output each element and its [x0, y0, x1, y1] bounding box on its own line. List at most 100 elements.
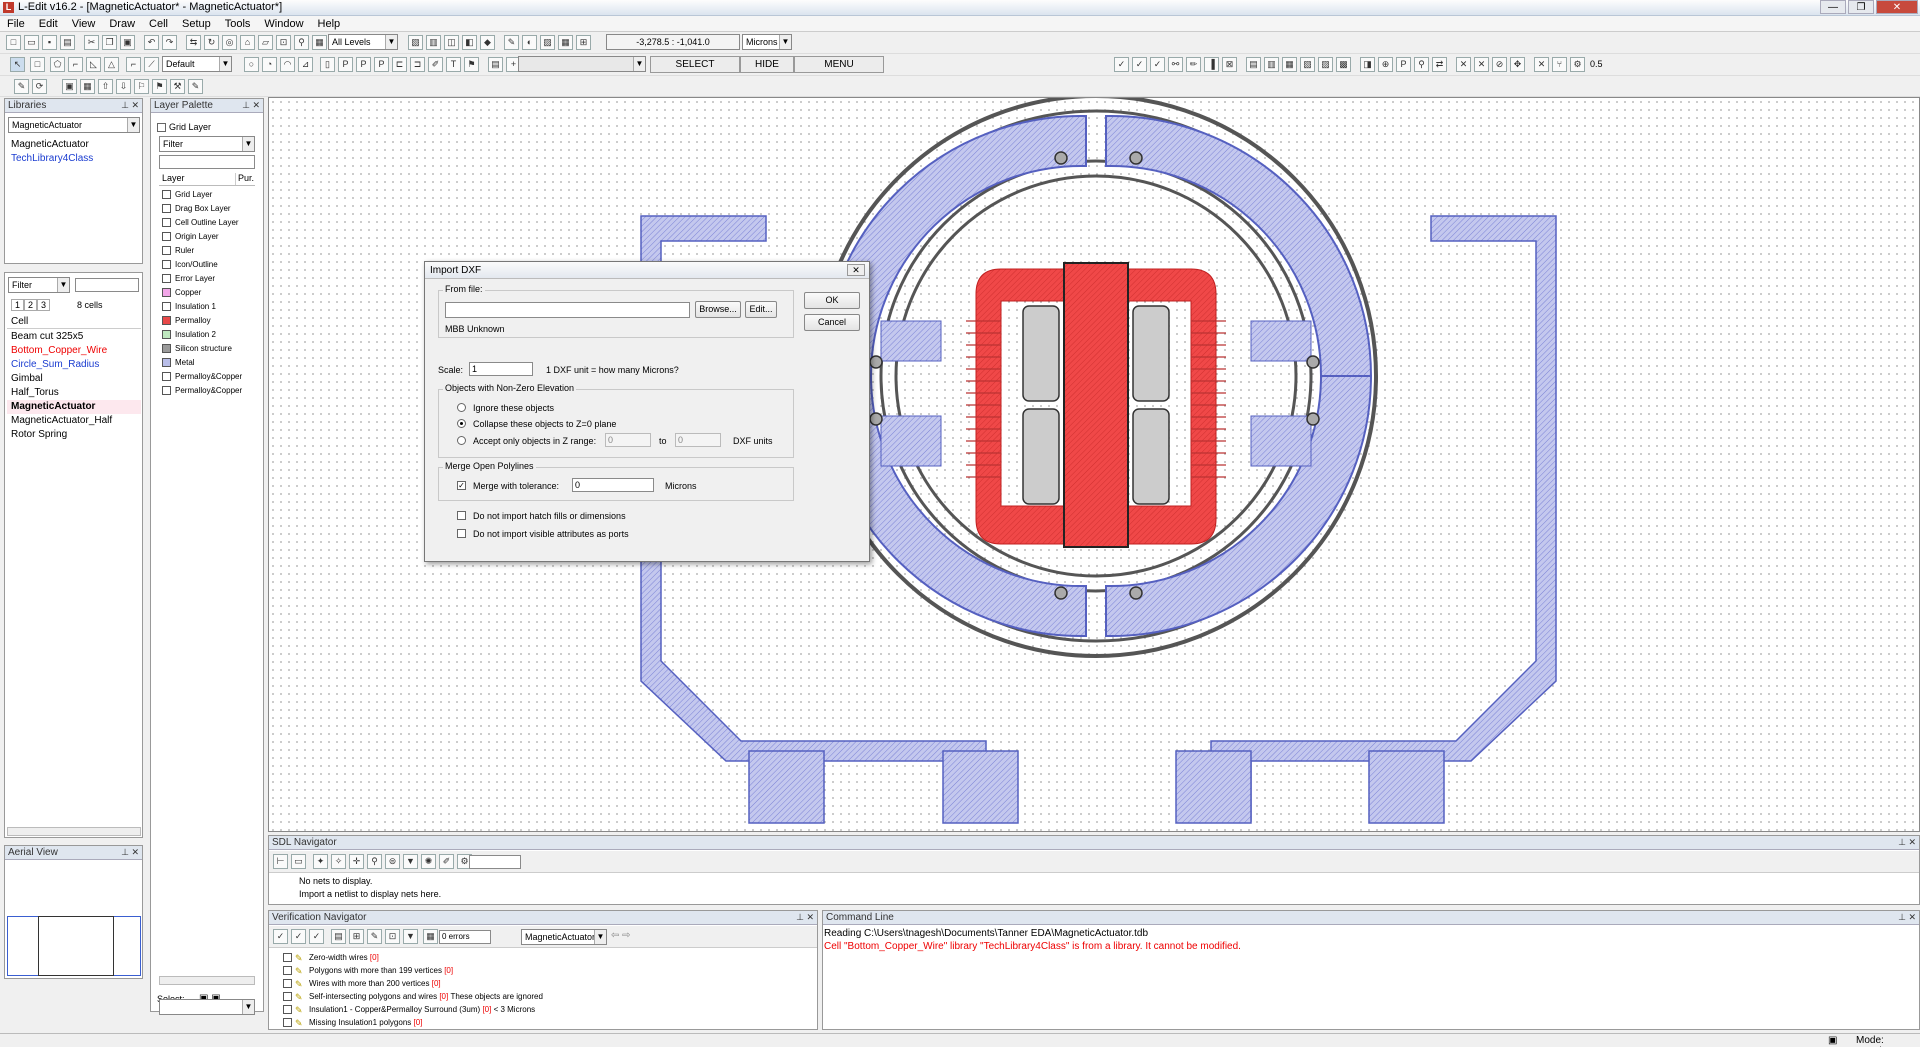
no-visible-checkbox[interactable] [457, 529, 466, 538]
verify-all-icon[interactable]: ✓ [291, 929, 306, 944]
layer-swatch[interactable] [162, 343, 171, 353]
dropdown-arrow-icon[interactable]: ▼ [403, 929, 418, 944]
verify-icon[interactable]: ✓ [273, 929, 288, 944]
folder-open-icon[interactable]: ▭ [291, 854, 306, 869]
bulb-icon[interactable]: ✺ [421, 854, 436, 869]
ruler-tool-icon[interactable]: ▯ [320, 57, 335, 72]
pen-icon[interactable]: ✎ [504, 35, 519, 50]
verification-cell-combo[interactable]: MagneticActuator ▼ [521, 929, 607, 945]
select-button[interactable]: SELECT [650, 56, 740, 73]
layer-row[interactable]: Icon/Outline [159, 257, 255, 271]
pin-tool-icon[interactable]: ⚐ [134, 79, 149, 94]
45-polygon-icon[interactable]: ◺ [86, 57, 101, 72]
merge-tolerance-input[interactable]: 0 [572, 478, 654, 492]
check-pen-icon[interactable]: ✐ [439, 854, 454, 869]
select-arrow-icon[interactable]: ↖ [10, 57, 25, 72]
push-icon[interactable]: P [1396, 57, 1411, 72]
scale-input[interactable]: 1 [469, 362, 533, 376]
pin-icon[interactable]: ⚲ [1414, 57, 1429, 72]
close-button[interactable]: ✕ [1876, 0, 1918, 14]
extract-icon[interactable]: ◆ [480, 35, 495, 50]
pin-close-icon[interactable]: ⊥ ✕ [1898, 836, 1916, 849]
zoom-fit-icon[interactable]: ⊡ [276, 35, 291, 50]
from-file-input[interactable] [445, 302, 690, 318]
layer-row[interactable]: Permalloy&Copper [159, 369, 255, 383]
stop-icon[interactable]: ⊡ [385, 929, 400, 944]
cell-item[interactable]: Circle_Sum_Radius [7, 358, 141, 372]
layer-row[interactable]: Drag Box Layer [159, 201, 255, 215]
ext-run-icon[interactable]: ✓ [1132, 57, 1147, 72]
slice-v-icon[interactable]: ⊐ [410, 57, 425, 72]
verification-row[interactable]: ✎ Self-intersecting polygons and wires [0… [269, 990, 817, 1003]
array-icon[interactable]: ▦ [80, 79, 95, 94]
ignore-radio[interactable] [457, 403, 466, 412]
paste-icon[interactable]: ▣ [120, 35, 135, 50]
orth-polygon-icon[interactable]: ⌐ [68, 57, 83, 72]
grid-pitch-icon[interactable]: ⚙ [1570, 57, 1585, 72]
pin-close-icon[interactable]: ⊥ ✕ [121, 846, 139, 859]
layer-row[interactable]: Insulation 1 [159, 299, 255, 313]
new-icon[interactable]: □ [6, 35, 21, 50]
library-select[interactable]: MagneticActuator ▼ [8, 117, 140, 133]
net-route-icon[interactable]: ✧ [331, 854, 346, 869]
layer-swatch[interactable] [162, 315, 171, 325]
crosshair-icon[interactable]: ✛ [349, 854, 364, 869]
snap-x-icon[interactable]: ✕ [1456, 57, 1471, 72]
layer-swatch[interactable] [162, 273, 171, 283]
ruler-icon[interactable]: ▱ [258, 35, 273, 50]
sdl-search-input[interactable] [469, 855, 521, 869]
no-hatch-checkbox[interactable] [457, 511, 466, 520]
accept-range-radio[interactable] [457, 436, 466, 445]
verification-checkbox[interactable] [283, 1005, 292, 1014]
units-combo[interactable]: Microns ▼ [742, 34, 792, 50]
slice-h-icon[interactable]: ⊏ [392, 57, 407, 72]
print-icon[interactable]: ▤ [60, 35, 75, 50]
home-icon[interactable]: ⌂ [240, 35, 255, 50]
layer-row[interactable]: Silicon structure [159, 341, 255, 355]
layer-swatch[interactable] [162, 301, 171, 311]
cells-scrollbar[interactable] [7, 827, 141, 836]
grid-layer-checkbox[interactable] [157, 122, 166, 132]
lvs-run-icon[interactable]: ✓ [1150, 57, 1165, 72]
sdl-icon[interactable]: ⊕ [1378, 57, 1393, 72]
report-icon[interactable]: ⊞ [349, 929, 364, 944]
swap-icon[interactable]: ⇄ [1432, 57, 1447, 72]
wire-style-combo[interactable]: Default ▼ [162, 56, 232, 72]
cell-tab-3[interactable]: 3 [37, 299, 51, 311]
cell-item[interactable]: Rotor Spring [7, 428, 141, 442]
merge-checkbox[interactable]: ✓ [457, 481, 466, 490]
clear-icon[interactable]: ⊜ [385, 854, 400, 869]
layer-swatch[interactable] [162, 357, 171, 367]
no-entry-icon[interactable]: ⊘ [1492, 57, 1507, 72]
clear-errors-icon[interactable]: ✎ [367, 929, 382, 944]
cell-item[interactable]: Beam cut 325x5 [7, 330, 141, 344]
verify-sel-icon[interactable]: ✓ [309, 929, 324, 944]
menu-edit[interactable]: Edit [32, 18, 65, 30]
verification-checkbox[interactable] [283, 979, 292, 988]
pin-close-icon[interactable]: ⊥ ✕ [121, 99, 139, 112]
ok-button[interactable]: OK [804, 292, 860, 309]
label-tool-icon[interactable]: ⚒ [170, 79, 185, 94]
grid-layer-toggle[interactable]: Grid Layer [157, 122, 211, 132]
45-wire-icon[interactable]: ⟋ [144, 57, 159, 72]
cell-tab-1[interactable]: 1 [11, 299, 25, 311]
layer-row[interactable]: Permalloy [159, 313, 255, 327]
port-tool-icon[interactable]: ⊿ [298, 57, 313, 72]
layer-scrollbar[interactable] [159, 976, 255, 985]
cross-icon[interactable]: ✕ [1534, 57, 1549, 72]
cell-up-icon[interactable]: ⇧ [98, 79, 113, 94]
layer-row[interactable]: Origin Layer [159, 229, 255, 243]
palette-icon[interactable]: ◐ [522, 35, 537, 50]
cell-item[interactable]: MagneticActuator_Half [7, 414, 141, 428]
hide-button[interactable]: HIDE [740, 56, 794, 73]
cell-filter[interactable]: Filter ▼ [8, 277, 70, 293]
collapse-radio[interactable] [457, 419, 466, 428]
list-icon[interactable]: ▤ [331, 929, 346, 944]
layer-row[interactable]: Insulation 2 [159, 327, 255, 341]
drc-run-icon[interactable]: ✓ [1114, 57, 1129, 72]
z-to-input[interactable]: 0 [675, 433, 721, 447]
layer-swatch[interactable] [162, 189, 171, 199]
aerial-current-frame[interactable] [38, 916, 114, 976]
cell-item[interactable]: Half_Torus [7, 386, 141, 400]
grow-icon[interactable]: P [356, 57, 371, 72]
